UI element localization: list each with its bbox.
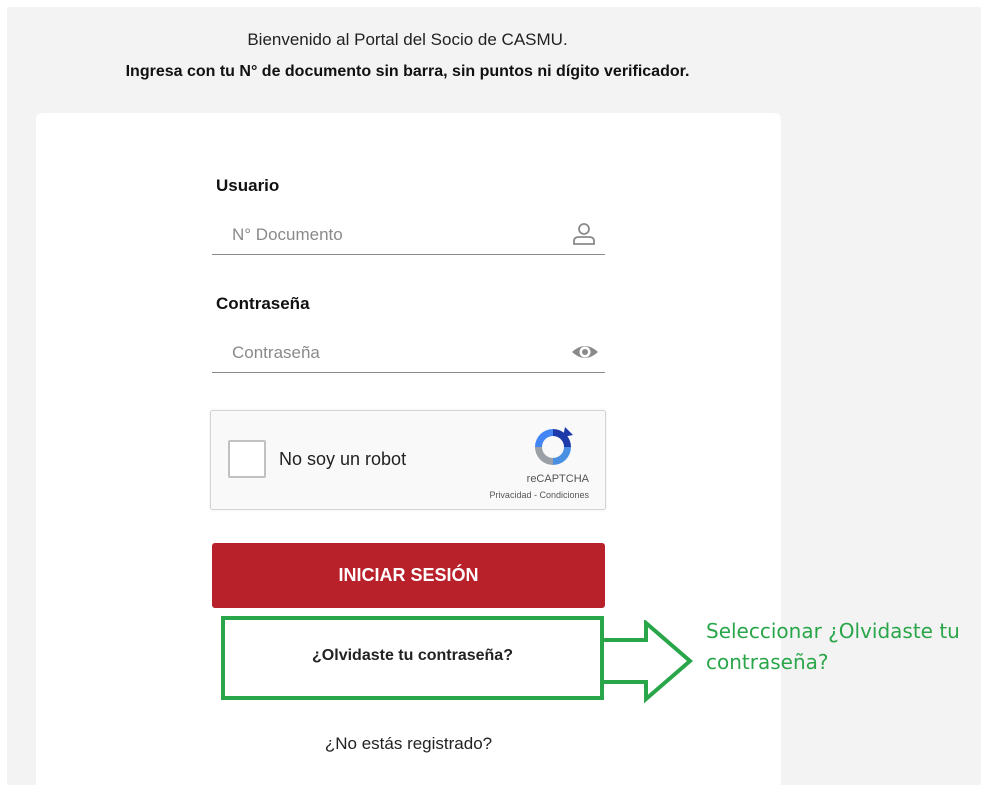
forgot-password-link[interactable]: ¿Olvidaste tu contraseña? xyxy=(225,647,600,665)
eye-icon[interactable] xyxy=(571,340,598,364)
annotation-line-1: Seleccionar ¿Olvidaste tu xyxy=(706,619,960,643)
recaptcha-links[interactable]: Privacidad - Condiciones xyxy=(489,490,589,500)
user-input[interactable] xyxy=(232,220,562,250)
login-instruction: Ingresa con tu N° de documento sin barra… xyxy=(125,63,690,80)
login-button[interactable]: INICIAR SESIÓN xyxy=(212,543,605,608)
recaptcha-widget: No soy un robot reCAPTCHA Privacidad - C… xyxy=(210,410,606,510)
password-field xyxy=(212,332,605,373)
annotation-arrow-icon xyxy=(600,618,696,704)
password-input[interactable] xyxy=(232,338,562,368)
annotation-text: Seleccionar ¿Olvidaste tu contraseña? xyxy=(706,616,981,678)
register-link[interactable]: ¿No estás registrado? xyxy=(212,734,605,754)
user-icon xyxy=(571,222,597,246)
recaptcha-label: No soy un robot xyxy=(279,449,407,469)
password-label: Contraseña xyxy=(216,294,310,313)
welcome-text: Bienvenido al Portal del Socio de CASMU. xyxy=(247,30,568,49)
recaptcha-brand: reCAPTCHA xyxy=(526,473,589,485)
forgot-password-highlight: ¿Olvidaste tu contraseña? xyxy=(221,616,604,700)
recaptcha-icon xyxy=(531,425,575,469)
recaptcha-checkbox[interactable] xyxy=(228,440,266,478)
user-field xyxy=(212,214,605,255)
user-label: Usuario xyxy=(216,176,280,195)
annotation-line-2: contraseña? xyxy=(706,650,829,674)
